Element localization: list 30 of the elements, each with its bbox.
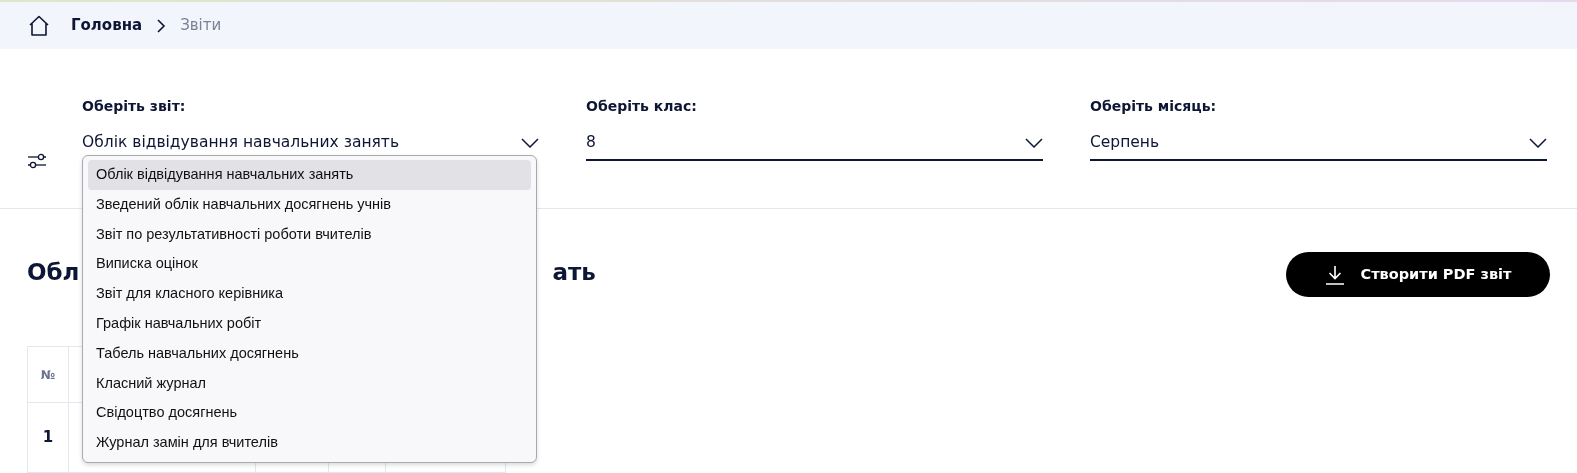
dropdown-option[interactable]: Графік навчальних робіт (88, 309, 531, 339)
select-field[interactable]: Серпень (1090, 116, 1547, 161)
report-title: Обл (27, 258, 80, 287)
dropdown-option[interactable]: Облік відвідування навчальних занять (88, 160, 531, 190)
chevron-down-icon (1025, 137, 1043, 148)
filter-icon[interactable] (27, 152, 47, 170)
home-icon[interactable] (27, 13, 51, 38)
chevron-down-icon (521, 137, 539, 148)
chevron-right-icon (156, 17, 167, 34)
dropdown-option[interactable]: Виписка оцінок (88, 249, 531, 280)
download-icon (1324, 264, 1345, 285)
dropdown-option[interactable]: Зведений облік навчальних досягнень учнів (88, 189, 531, 220)
dropdown-option[interactable]: Звіт для класного керівника (88, 279, 531, 309)
select-field[interactable]: Облік відвідування навчальних занять (82, 116, 539, 161)
create-pdf-button[interactable]: Створити PDF звіт (1286, 252, 1550, 297)
column-header: № (27, 346, 69, 403)
filter-label: Оберіть місяць: (1090, 97, 1218, 116)
table-cell: 1 (27, 402, 69, 473)
dropdown-option[interactable]: Звіт по результативності роботи вчителів (88, 219, 531, 250)
breadcrumb-link[interactable]: Головна (71, 14, 143, 37)
select-field[interactable]: 8 (586, 116, 1043, 161)
report-title: ать (552, 258, 596, 287)
dropdown-option[interactable]: Свідоцтво досягнень (88, 398, 531, 429)
dropdown-option[interactable]: Табель навчальних досягнень (88, 338, 531, 369)
chevron-down-icon (1529, 137, 1547, 148)
filter-label: Оберіть клас: (586, 97, 698, 116)
dropdown-option[interactable]: Журнал замін для вчителів (88, 428, 531, 458)
filter-label: Оберіть звіт: (82, 97, 187, 116)
dropdown-option[interactable]: Класний журнал (88, 368, 531, 399)
breadcrumb-current: Звіти (180, 15, 222, 37)
